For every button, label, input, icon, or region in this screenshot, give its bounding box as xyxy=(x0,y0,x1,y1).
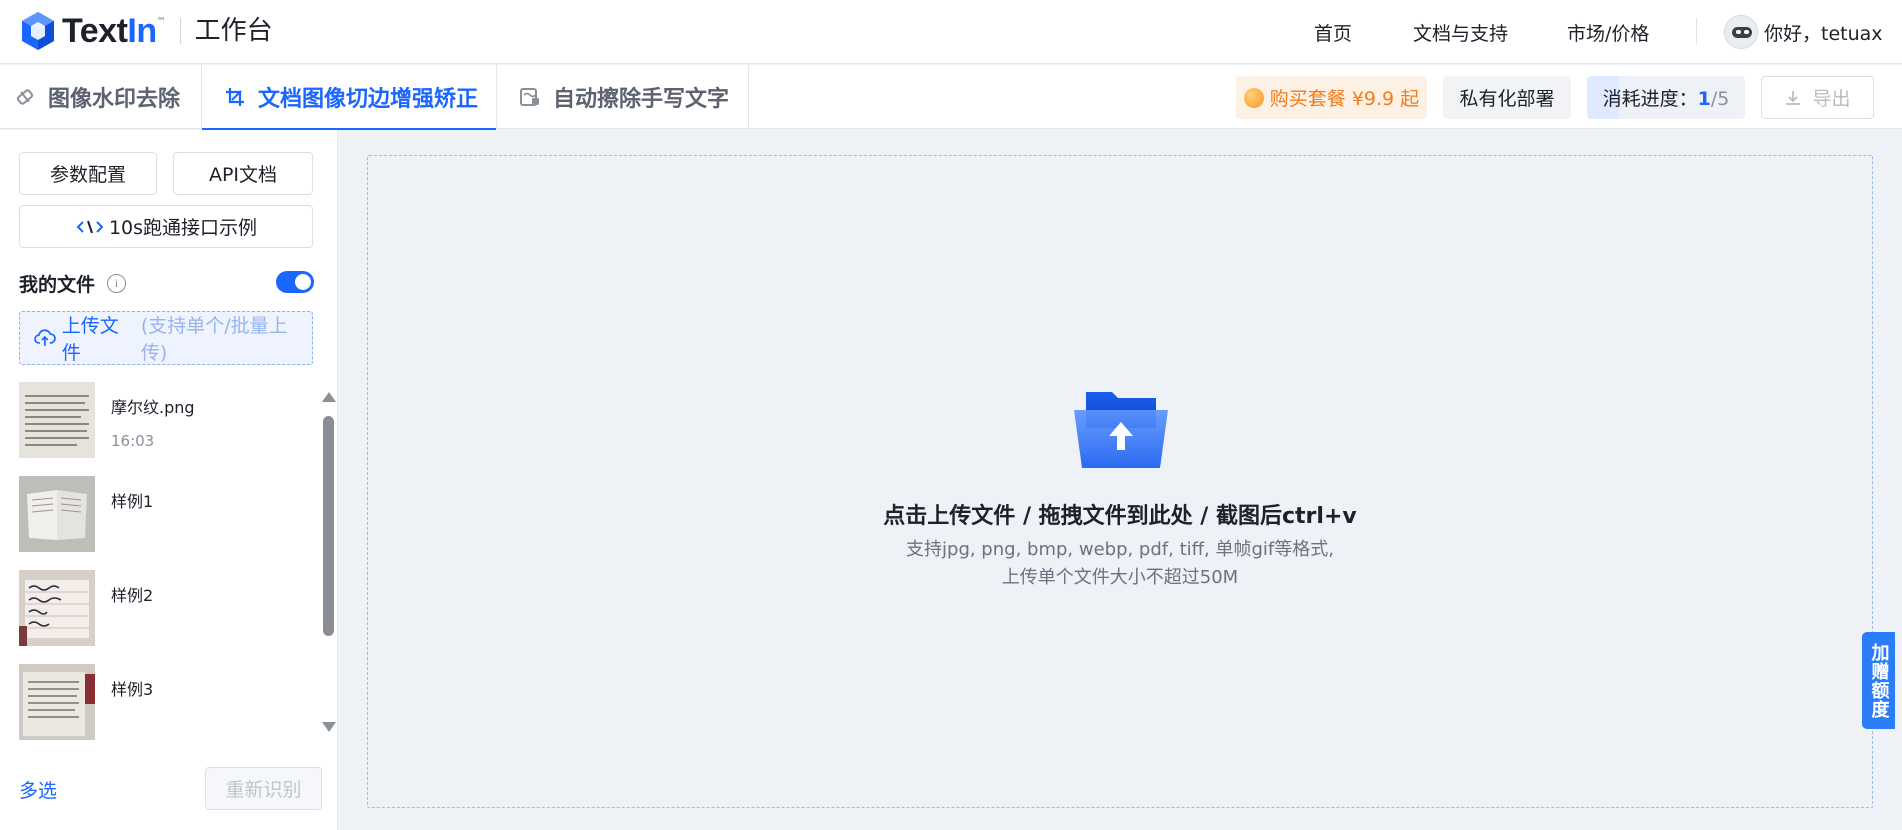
logo-divider xyxy=(179,18,181,44)
list-item[interactable]: 摩尔纹.png 16:03 xyxy=(19,382,309,460)
download-icon xyxy=(1786,90,1801,105)
handwriting-eraser-icon xyxy=(520,88,539,106)
file-name: 样例3 xyxy=(111,680,154,699)
tool-bar: 图像水印去除 文档图像切边增强矫正 自动擦除手写文字 购买套餐 ¥9.9 起 私… xyxy=(0,65,1902,130)
scrollbar-thumb[interactable] xyxy=(323,416,334,636)
logo-wordmark: TextIn xyxy=(62,12,157,50)
eraser-icon xyxy=(16,89,34,105)
list-item[interactable]: 样例2 xyxy=(19,570,309,648)
dropzone-size-hint: 上传单个文件大小不超过50M xyxy=(1001,567,1239,588)
tab-label: 图像水印去除 xyxy=(48,87,181,112)
top-header: TextIn ™ 工作台 首页 文档与支持 市场/价格 你好，tetuax xyxy=(0,0,1902,64)
tab-label: 自动擦除手写文字 xyxy=(553,87,730,112)
usage-progress[interactable]: 消耗进度：1/5 xyxy=(1587,76,1745,119)
tab-doc-crop-enhance[interactable]: 文档图像切边增强矫正 xyxy=(202,65,497,130)
param-config-button[interactable]: 参数配置 xyxy=(19,152,157,195)
buy-package-button[interactable]: 购买套餐 ¥9.9 起 xyxy=(1236,76,1427,119)
nav-divider xyxy=(1696,18,1697,44)
info-icon[interactable]: i xyxy=(107,274,127,293)
sidebar: 参数配置 API文档 10s跑通接口示例 我的文件 i 上传文件 (支持单个/批… xyxy=(0,130,338,830)
dropzone-format-hint: 支持jpg, png, bmp, webp, pdf, tiff, 单帧gif等… xyxy=(906,539,1334,560)
upload-file-button[interactable]: 上传文件 (支持单个/批量上传) xyxy=(19,311,313,365)
my-files-heading: 我的文件 i xyxy=(19,270,127,297)
tab-watermark-removal[interactable]: 图像水印去除 xyxy=(0,65,202,129)
file-time: 16:03 xyxy=(111,432,155,450)
usage-progress-text: 消耗进度：1/5 xyxy=(1602,88,1730,110)
file-name: 样例1 xyxy=(111,492,154,511)
nav-home[interactable]: 首页 xyxy=(1314,0,1352,64)
export-label: 导出 xyxy=(1812,88,1851,110)
upload-label: 上传文件 xyxy=(61,315,119,364)
nav-market-pricing[interactable]: 市场/价格 xyxy=(1567,0,1649,64)
multi-select-link[interactable]: 多选 xyxy=(19,776,57,803)
file-list: 摩尔纹.png 16:03 样例1 样例2 样例3 xyxy=(19,382,319,762)
bonus-quota-tab[interactable]: 加赠额度 xyxy=(1862,632,1895,729)
code-icon xyxy=(76,220,104,233)
file-list-scrollbar[interactable] xyxy=(320,392,336,732)
export-button[interactable]: 导出 xyxy=(1761,76,1874,119)
file-name: 摩尔纹.png xyxy=(111,398,195,417)
coin-icon xyxy=(1243,87,1264,108)
my-files-toggle[interactable] xyxy=(276,271,314,293)
trademark-mark: ™ xyxy=(156,17,166,27)
workbench-title: 工作台 xyxy=(194,16,273,46)
demo-label: 10s跑通接口示例 xyxy=(108,217,258,239)
upload-hint: (支持单个/批量上传) xyxy=(140,315,288,364)
list-item[interactable]: 样例3 xyxy=(19,664,309,742)
user-menu[interactable]: 你好，tetuax xyxy=(1724,14,1883,50)
buy-package-label: 购买套餐 ¥9.9 起 xyxy=(1269,88,1420,110)
textin-logo[interactable]: TextIn ™ 工作台 xyxy=(20,11,273,51)
nav-docs-support[interactable]: 文档与支持 xyxy=(1413,0,1508,64)
tab-label: 文档图像切边增强矫正 xyxy=(258,87,479,112)
upload-dropzone[interactable]: 点击上传文件 / 拖拽文件到此处 / 截图后ctrl+v 支持jpg, png,… xyxy=(367,155,1873,808)
scroll-up-arrow-icon[interactable] xyxy=(322,392,336,402)
private-deploy-button[interactable]: 私有化部署 xyxy=(1443,76,1571,119)
file-thumbnail xyxy=(19,570,95,646)
demo-code-button[interactable]: 10s跑通接口示例 xyxy=(19,205,313,248)
file-name: 样例2 xyxy=(111,586,154,605)
folder-upload-icon xyxy=(1074,392,1168,468)
api-docs-button[interactable]: API文档 xyxy=(173,152,313,195)
dropzone-title: 点击上传文件 / 拖拽文件到此处 / 截图后ctrl+v xyxy=(883,504,1357,529)
list-item[interactable]: 样例1 xyxy=(19,476,309,554)
file-thumbnail xyxy=(19,476,95,552)
avatar xyxy=(1724,15,1758,49)
tab-handwriting-erase[interactable]: 自动擦除手写文字 xyxy=(497,65,749,129)
cube-logo-icon xyxy=(22,12,54,50)
cloud-upload-icon xyxy=(34,329,56,346)
file-thumbnail xyxy=(19,664,95,740)
crop-icon xyxy=(226,88,244,106)
file-thumbnail xyxy=(19,382,95,458)
reidentify-button[interactable]: 重新识别 xyxy=(205,767,322,810)
scroll-down-arrow-icon[interactable] xyxy=(322,722,336,732)
user-greeting: 你好，tetuax xyxy=(1764,22,1883,45)
